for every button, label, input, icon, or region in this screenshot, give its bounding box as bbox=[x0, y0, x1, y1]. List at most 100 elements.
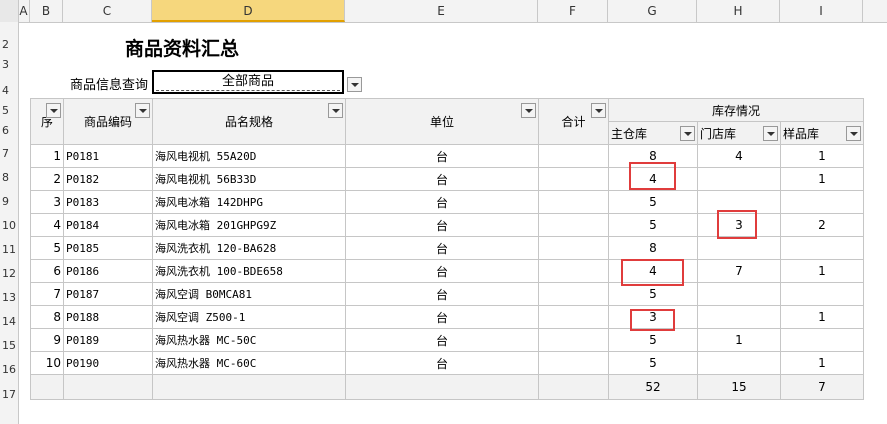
cell-unit[interactable]: 台 bbox=[345, 305, 539, 329]
cell-empty[interactable] bbox=[152, 374, 346, 400]
row-header[interactable]: 15 bbox=[0, 339, 18, 352]
cell-unit[interactable]: 台 bbox=[345, 213, 539, 237]
cell-code[interactable]: P0189 bbox=[63, 328, 153, 352]
cell-seq[interactable]: 5 bbox=[30, 236, 64, 260]
cell-seq[interactable]: 7 bbox=[30, 282, 64, 306]
cell-store[interactable]: 7 bbox=[697, 259, 781, 283]
cell-main[interactable]: 5 bbox=[608, 328, 698, 352]
cell-sample[interactable]: 1 bbox=[780, 144, 864, 168]
cell-code[interactable]: P0190 bbox=[63, 351, 153, 375]
cell-name[interactable]: 海风空调 B0MCA81 bbox=[152, 282, 346, 306]
cell-sample[interactable] bbox=[780, 328, 864, 352]
cell-unit[interactable]: 台 bbox=[345, 190, 539, 214]
cell-main[interactable]: 5 bbox=[608, 190, 698, 214]
cell-total[interactable] bbox=[538, 282, 609, 306]
row-header[interactable]: 5 bbox=[0, 104, 18, 117]
cell-unit[interactable]: 台 bbox=[345, 236, 539, 260]
cell-store[interactable]: 1 bbox=[697, 328, 781, 352]
cell-empty[interactable] bbox=[63, 374, 153, 400]
row-header[interactable]: 8 bbox=[0, 171, 18, 184]
filter-seq-button[interactable] bbox=[46, 103, 61, 118]
cell-code[interactable]: P0188 bbox=[63, 305, 153, 329]
cell-main[interactable]: 5 bbox=[608, 351, 698, 375]
column-header-e[interactable]: E bbox=[345, 0, 538, 22]
cell-seq[interactable]: 6 bbox=[30, 259, 64, 283]
column-header-d[interactable]: D bbox=[152, 0, 345, 22]
cell-seq[interactable]: 9 bbox=[30, 328, 64, 352]
filter-code-button[interactable] bbox=[135, 103, 150, 118]
cell-name[interactable]: 海风电冰箱 201GHPG9Z bbox=[152, 213, 346, 237]
cell-total[interactable] bbox=[538, 351, 609, 375]
column-header-a[interactable]: A bbox=[18, 0, 30, 22]
cell-name[interactable]: 海风空调 Z500-1 bbox=[152, 305, 346, 329]
row-header[interactable]: 10 bbox=[0, 219, 18, 232]
cell-code[interactable]: P0182 bbox=[63, 167, 153, 191]
cell-main[interactable]: 8 bbox=[608, 236, 698, 260]
cell-total[interactable] bbox=[538, 167, 609, 191]
cell-sample[interactable]: 1 bbox=[780, 259, 864, 283]
cell-code[interactable]: P0187 bbox=[63, 282, 153, 306]
cell-seq[interactable]: 4 bbox=[30, 213, 64, 237]
row-header[interactable]: 11 bbox=[0, 243, 18, 256]
cell-unit[interactable]: 台 bbox=[345, 167, 539, 191]
column-header-g[interactable]: G bbox=[608, 0, 697, 22]
filter-name-button[interactable] bbox=[328, 103, 343, 118]
query-select[interactable]: 全部商品 bbox=[152, 70, 344, 94]
cell-store[interactable]: 4 bbox=[697, 144, 781, 168]
select-all-corner[interactable] bbox=[0, 0, 19, 22]
cell-seq[interactable]: 10 bbox=[30, 351, 64, 375]
cell-name[interactable]: 海风电视机 55A20D bbox=[152, 144, 346, 168]
column-header-h[interactable]: H bbox=[697, 0, 780, 22]
filter-store-button[interactable] bbox=[763, 126, 778, 141]
cell-name[interactable]: 海风电视机 56B33D bbox=[152, 167, 346, 191]
cell-name[interactable]: 海风洗衣机 100-BDE658 bbox=[152, 259, 346, 283]
row-header[interactable]: 14 bbox=[0, 315, 18, 328]
cell-total[interactable] bbox=[538, 144, 609, 168]
cell-total[interactable] bbox=[538, 190, 609, 214]
cell-empty[interactable] bbox=[538, 374, 609, 400]
cell-sample[interactable] bbox=[780, 190, 864, 214]
cell-total[interactable] bbox=[538, 259, 609, 283]
cell-name[interactable]: 海风热水器 MC-50C bbox=[152, 328, 346, 352]
filter-total-button[interactable] bbox=[591, 103, 606, 118]
cell-name[interactable]: 海风热水器 MC-60C bbox=[152, 351, 346, 375]
cell-store[interactable] bbox=[697, 167, 781, 191]
filter-sample-button[interactable] bbox=[846, 126, 861, 141]
total-main[interactable]: 52 bbox=[608, 374, 698, 400]
column-header-i[interactable]: I bbox=[780, 0, 863, 22]
row-header[interactable]: 2 bbox=[0, 38, 18, 51]
row-header[interactable]: 6 bbox=[0, 124, 18, 137]
cell-code[interactable]: P0185 bbox=[63, 236, 153, 260]
filter-main-button[interactable] bbox=[680, 126, 695, 141]
row-header[interactable]: 16 bbox=[0, 363, 18, 376]
row-header[interactable]: 17 bbox=[0, 388, 18, 401]
cell-store[interactable] bbox=[697, 236, 781, 260]
cell-name[interactable]: 海风洗衣机 120-BA628 bbox=[152, 236, 346, 260]
cell-sample[interactable] bbox=[780, 282, 864, 306]
cell-sample[interactable]: 1 bbox=[780, 305, 864, 329]
cell-unit[interactable]: 台 bbox=[345, 282, 539, 306]
cell-total[interactable] bbox=[538, 236, 609, 260]
cell-seq[interactable]: 2 bbox=[30, 167, 64, 191]
row-header[interactable]: 13 bbox=[0, 291, 18, 304]
filter-unit-button[interactable] bbox=[521, 103, 536, 118]
cell-total[interactable] bbox=[538, 305, 609, 329]
cell-empty[interactable] bbox=[345, 374, 539, 400]
row-header[interactable]: 4 bbox=[0, 84, 18, 97]
row-header[interactable]: 12 bbox=[0, 267, 18, 280]
cell-store[interactable] bbox=[697, 351, 781, 375]
cell-store[interactable] bbox=[697, 305, 781, 329]
cell-unit[interactable]: 台 bbox=[345, 328, 539, 352]
total-sample[interactable]: 7 bbox=[780, 374, 864, 400]
cell-sample[interactable]: 1 bbox=[780, 351, 864, 375]
cell-seq[interactable]: 1 bbox=[30, 144, 64, 168]
total-store[interactable]: 15 bbox=[697, 374, 781, 400]
cell-code[interactable]: P0181 bbox=[63, 144, 153, 168]
cell-main[interactable]: 5 bbox=[608, 213, 698, 237]
cell-name[interactable]: 海风电冰箱 142DHPG bbox=[152, 190, 346, 214]
cell-total[interactable] bbox=[538, 213, 609, 237]
cell-seq[interactable]: 8 bbox=[30, 305, 64, 329]
cell-sample[interactable] bbox=[780, 236, 864, 260]
cell-code[interactable]: P0184 bbox=[63, 213, 153, 237]
row-header[interactable]: 3 bbox=[0, 58, 18, 71]
